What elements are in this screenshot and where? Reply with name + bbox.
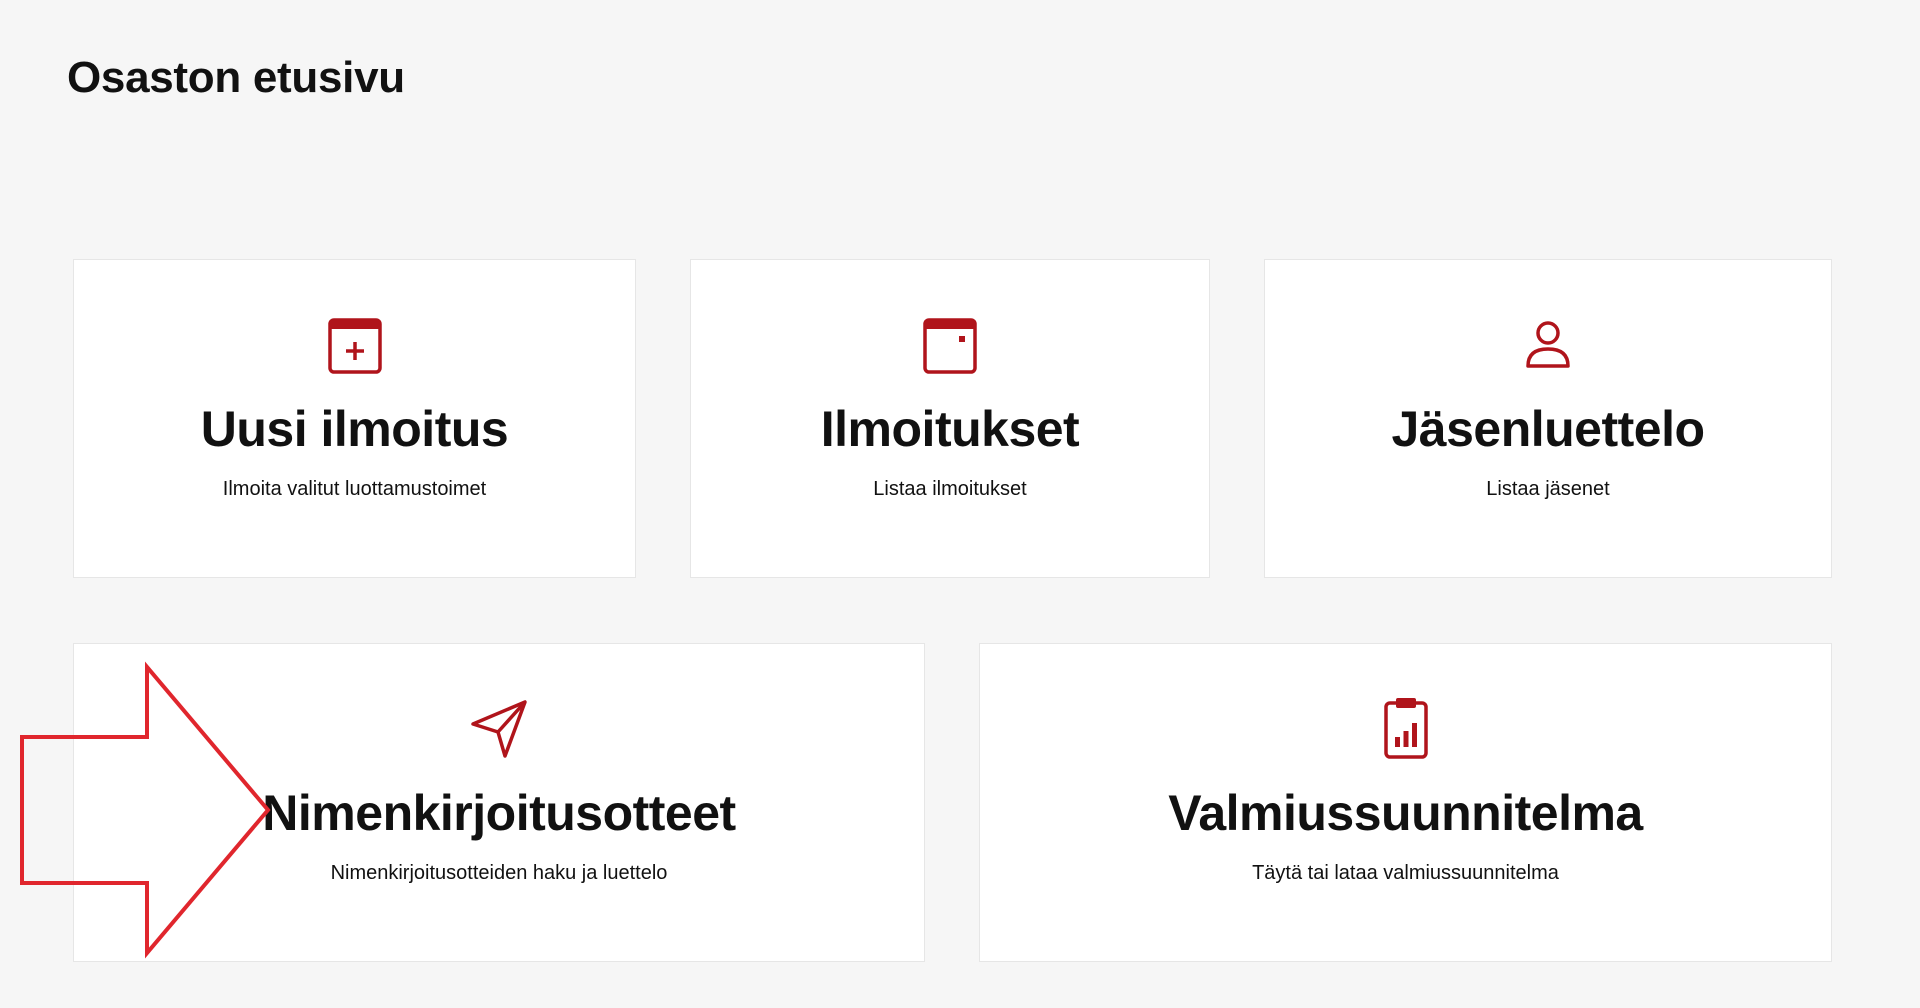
card-title: Jäsenluettelo	[1391, 401, 1705, 457]
card-jasenluettelo[interactable]: Jäsenluettelo Listaa jäsenet	[1264, 259, 1832, 578]
user-icon	[1516, 312, 1580, 376]
card-uusi-ilmoitus[interactable]: Uusi ilmoitus Ilmoita valitut luottamust…	[73, 259, 636, 578]
card-valmiussuunnitelma[interactable]: Valmiussuunnitelma Täytä tai lataa valmi…	[979, 643, 1832, 962]
card-title: Nimenkirjoitusotteet	[262, 785, 736, 841]
card-description: Listaa ilmoitukset	[873, 478, 1027, 500]
calendar-plus-icon	[323, 312, 387, 376]
card-description: Listaa jäsenet	[1486, 478, 1610, 500]
calendar-icon	[918, 312, 982, 376]
card-ilmoitukset[interactable]: Ilmoitukset Listaa ilmoitukset	[690, 259, 1210, 578]
clipboard-chart-icon	[1374, 696, 1438, 760]
card-title: Uusi ilmoitus	[200, 401, 509, 457]
page-title: Osaston etusivu	[67, 53, 405, 102]
paper-plane-icon	[467, 696, 531, 760]
card-description: Ilmoita valitut luottamustoimet	[222, 478, 487, 500]
card-description: Täytä tai lataa valmiussuunnitelma	[1252, 862, 1559, 884]
card-title: Ilmoitukset	[820, 401, 1080, 457]
card-title: Valmiussuunnitelma	[1168, 785, 1643, 841]
card-description: Nimenkirjoitusotteiden haku ja luettelo	[330, 862, 668, 884]
card-nimenkirjoitusotteet[interactable]: Nimenkirjoitusotteet Nimenkirjoitusottei…	[73, 643, 925, 962]
